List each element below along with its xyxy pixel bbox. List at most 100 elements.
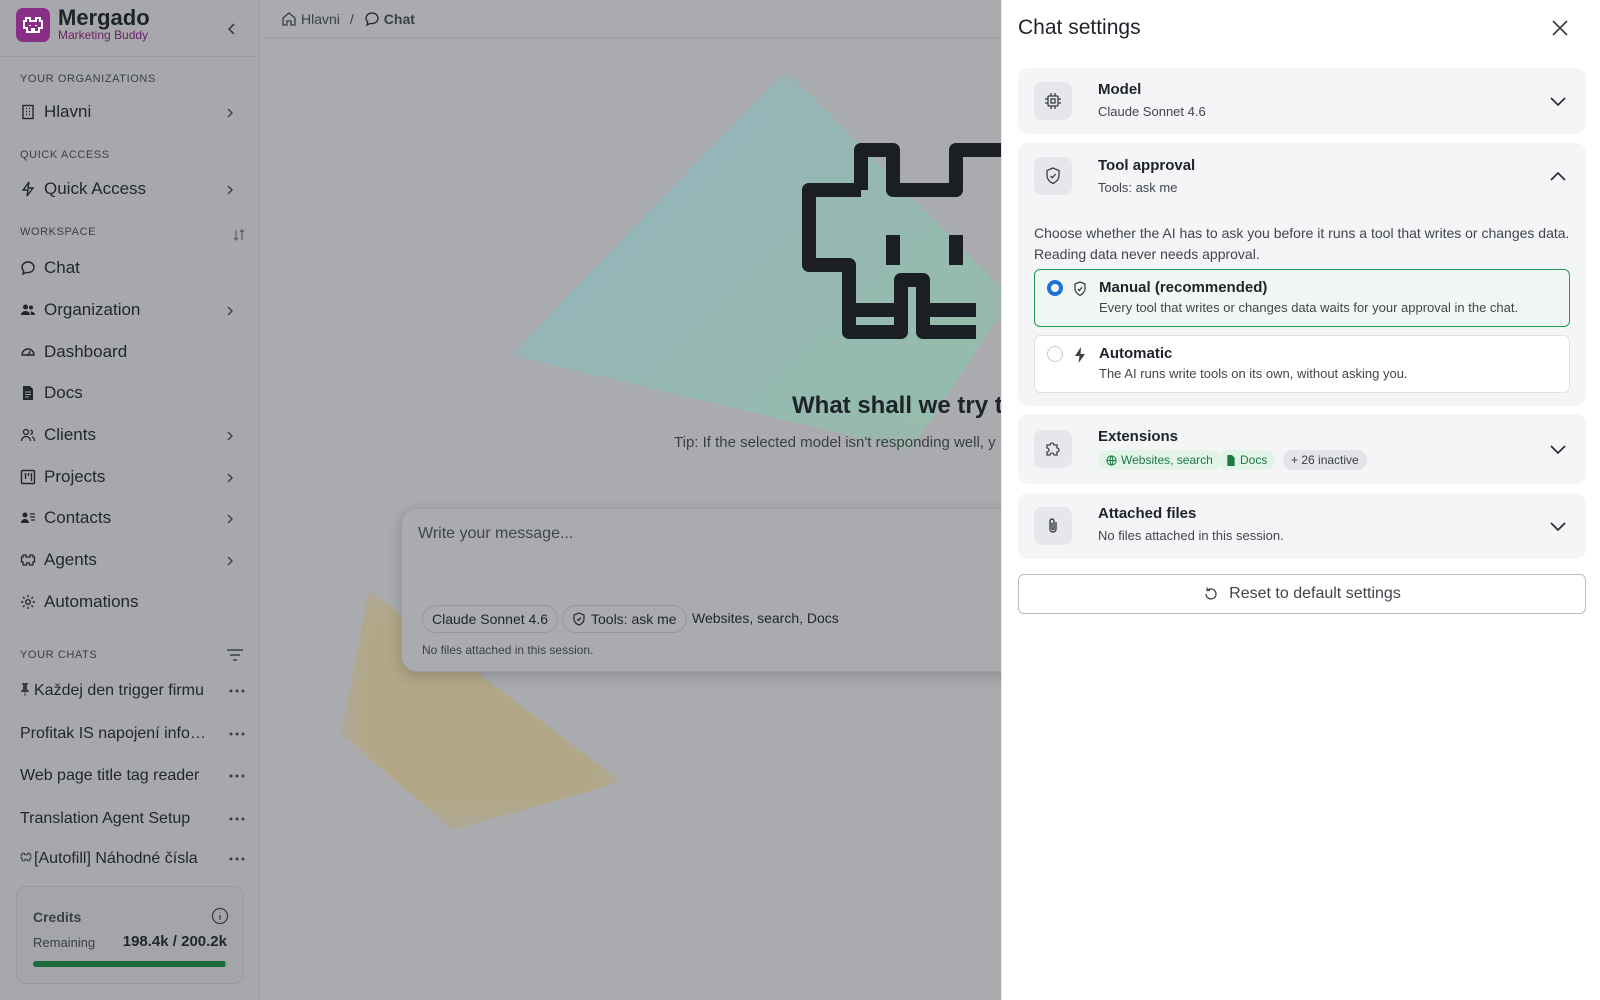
document-icon (1227, 454, 1235, 466)
more-options-icon[interactable] (228, 769, 246, 783)
sidebar-item-clients[interactable]: Clients (20, 420, 244, 450)
sidebar-divider (0, 56, 260, 57)
chat-item[interactable]: Každej den trigger firmu (20, 676, 246, 706)
sidebar-item-org[interactable]: Hlavni (20, 97, 244, 127)
sidebar-item-label: Docs (44, 383, 83, 402)
sidebar-item-label: Contacts (44, 508, 112, 527)
sidebar-item-contacts[interactable]: Contacts (20, 503, 244, 533)
credits-card: Credits Remaining 198.4k / 200.2k (16, 886, 244, 984)
chevron-right-icon (224, 105, 236, 119)
chevron-down-icon[interactable] (1548, 91, 1568, 111)
tool-approval-value: Tools: ask me (1098, 180, 1178, 195)
model-section[interactable]: Model Claude Sonnet 4.6 (1018, 68, 1586, 134)
extension-tag-websites: Websites, search (1098, 450, 1221, 470)
collapse-sidebar-icon[interactable] (220, 17, 244, 41)
tools-label: Tools: ask me (591, 611, 677, 627)
gear-icon (20, 594, 36, 610)
section-organizations: YOUR ORGANIZATIONS (20, 73, 156, 85)
more-options-icon[interactable] (228, 852, 246, 866)
shield-icon (1071, 280, 1089, 298)
sidebar-item-projects[interactable]: Projects (20, 462, 244, 492)
tools-selector[interactable]: Tools: ask me (562, 605, 687, 633)
extensions-summary[interactable]: Websites, search, Docs (692, 610, 839, 626)
radio-manual[interactable] (1047, 280, 1063, 296)
chevron-right-icon (224, 553, 236, 567)
sidebar-item-quick-access[interactable]: Quick Access (20, 174, 244, 204)
reset-settings-button[interactable]: Reset to default settings (1018, 574, 1586, 614)
lightning-icon (1071, 346, 1089, 364)
more-options-icon[interactable] (228, 812, 246, 826)
shield-icon (573, 612, 585, 626)
sidebar-item-agents[interactable]: Agents (20, 545, 244, 575)
sidebar-item-docs[interactable]: Docs (20, 378, 244, 408)
sidebar-item-label: Clients (44, 425, 96, 444)
building-icon (20, 104, 36, 120)
chevron-right-icon (224, 511, 236, 525)
option-description: Every tool that writes or changes data w… (1099, 300, 1519, 315)
sidebar-item-automations[interactable]: Automations (20, 587, 244, 617)
chevron-up-icon[interactable] (1548, 167, 1568, 187)
robot-icon (20, 850, 34, 868)
panel-title: Chat settings (1018, 16, 1141, 39)
breadcrumb-current: Chat (364, 11, 415, 27)
tag-label: Websites, search (1121, 453, 1213, 467)
radio-automatic[interactable] (1047, 346, 1063, 362)
breadcrumb-home[interactable]: Hlavni (281, 11, 340, 27)
sidebar-item-chat[interactable]: Chat (20, 253, 244, 283)
credits-value: 198.4k / 200.2k (122, 933, 227, 950)
option-automatic[interactable]: Automatic The AI runs write tools on its… (1034, 335, 1570, 393)
sidebar-item-label: Agents (44, 550, 97, 569)
message-composer[interactable]: Write your message... Claude Sonnet 4.6 … (401, 508, 1001, 672)
breadcrumb: Hlavni / Chat (261, 0, 1001, 38)
sidebar-item-dashboard[interactable]: Dashboard (20, 337, 244, 367)
mergado-logo-icon (16, 8, 50, 42)
option-manual[interactable]: Manual (recommended) Every tool that wri… (1034, 269, 1570, 327)
info-icon[interactable] (211, 907, 229, 925)
section-workspace: WORKSPACE (20, 226, 97, 238)
reset-label: Reset to default settings (1229, 585, 1401, 602)
close-icon[interactable] (1548, 16, 1572, 40)
files-summary: No files attached in this session. (422, 643, 594, 657)
sidebar-item-label: Hlavni (44, 102, 92, 121)
more-options-icon[interactable] (228, 727, 246, 741)
filter-icon[interactable] (226, 648, 244, 662)
robot-hero-icon (801, 140, 1001, 350)
contact-card-icon (20, 510, 36, 526)
puzzle-icon (1034, 430, 1072, 468)
tip-text: Tip: If the selected model isn't respond… (674, 434, 996, 451)
chevron-down-icon[interactable] (1548, 439, 1568, 459)
brand[interactable]: Mergado Marketing Buddy (16, 7, 150, 42)
chevron-right-icon (224, 470, 236, 484)
chat-item[interactable]: [Autofill] Náhodné čísla (20, 847, 246, 871)
gauge-icon (20, 344, 36, 360)
extensions-section[interactable]: Extensions Websites, search Docs + 26 in… (1018, 414, 1586, 484)
lightning-icon (20, 181, 36, 197)
hero-title: What shall we try t (792, 392, 1001, 419)
chevron-right-icon (224, 303, 236, 317)
more-options-icon[interactable] (228, 684, 246, 698)
extension-tag-docs: Docs (1218, 450, 1276, 470)
attached-files-section[interactable]: Attached files No files attached in this… (1018, 493, 1586, 559)
paperclip-icon (1034, 507, 1072, 545)
chat-item[interactable]: Profitak IS napojení informace (20, 719, 246, 749)
chevron-down-icon[interactable] (1548, 516, 1568, 536)
chat-item[interactable]: Translation Agent Setup (20, 804, 246, 834)
extensions-title: Extensions (1098, 428, 1179, 445)
shield-icon (1034, 157, 1072, 195)
model-title: Model (1098, 81, 1142, 98)
tool-approval-section: Tool approval Tools: ask me Choose wheth… (1018, 143, 1586, 406)
users-icon (20, 427, 36, 443)
breadcrumb-separator: / (349, 10, 354, 27)
app-subtitle: Marketing Buddy (58, 28, 149, 42)
section-your-chats: YOUR CHATS (20, 649, 98, 661)
message-input[interactable]: Write your message... (418, 525, 573, 543)
pin-icon (20, 682, 34, 701)
chat-item[interactable]: Web page title tag reader (20, 761, 246, 791)
robot-icon (20, 552, 36, 568)
sidebar-item-organization[interactable]: Organization (20, 295, 244, 325)
sort-icon[interactable] (232, 228, 246, 242)
chat-settings-panel: Chat settings Model Claude Sonnet 4.6 To… (1001, 0, 1600, 1000)
model-selector[interactable]: Claude Sonnet 4.6 (422, 605, 558, 633)
main-area: Hlavni / Chat What shall we try t Tip: I… (261, 0, 1001, 1000)
breadcrumb-home-label: Hlavni (301, 10, 340, 27)
